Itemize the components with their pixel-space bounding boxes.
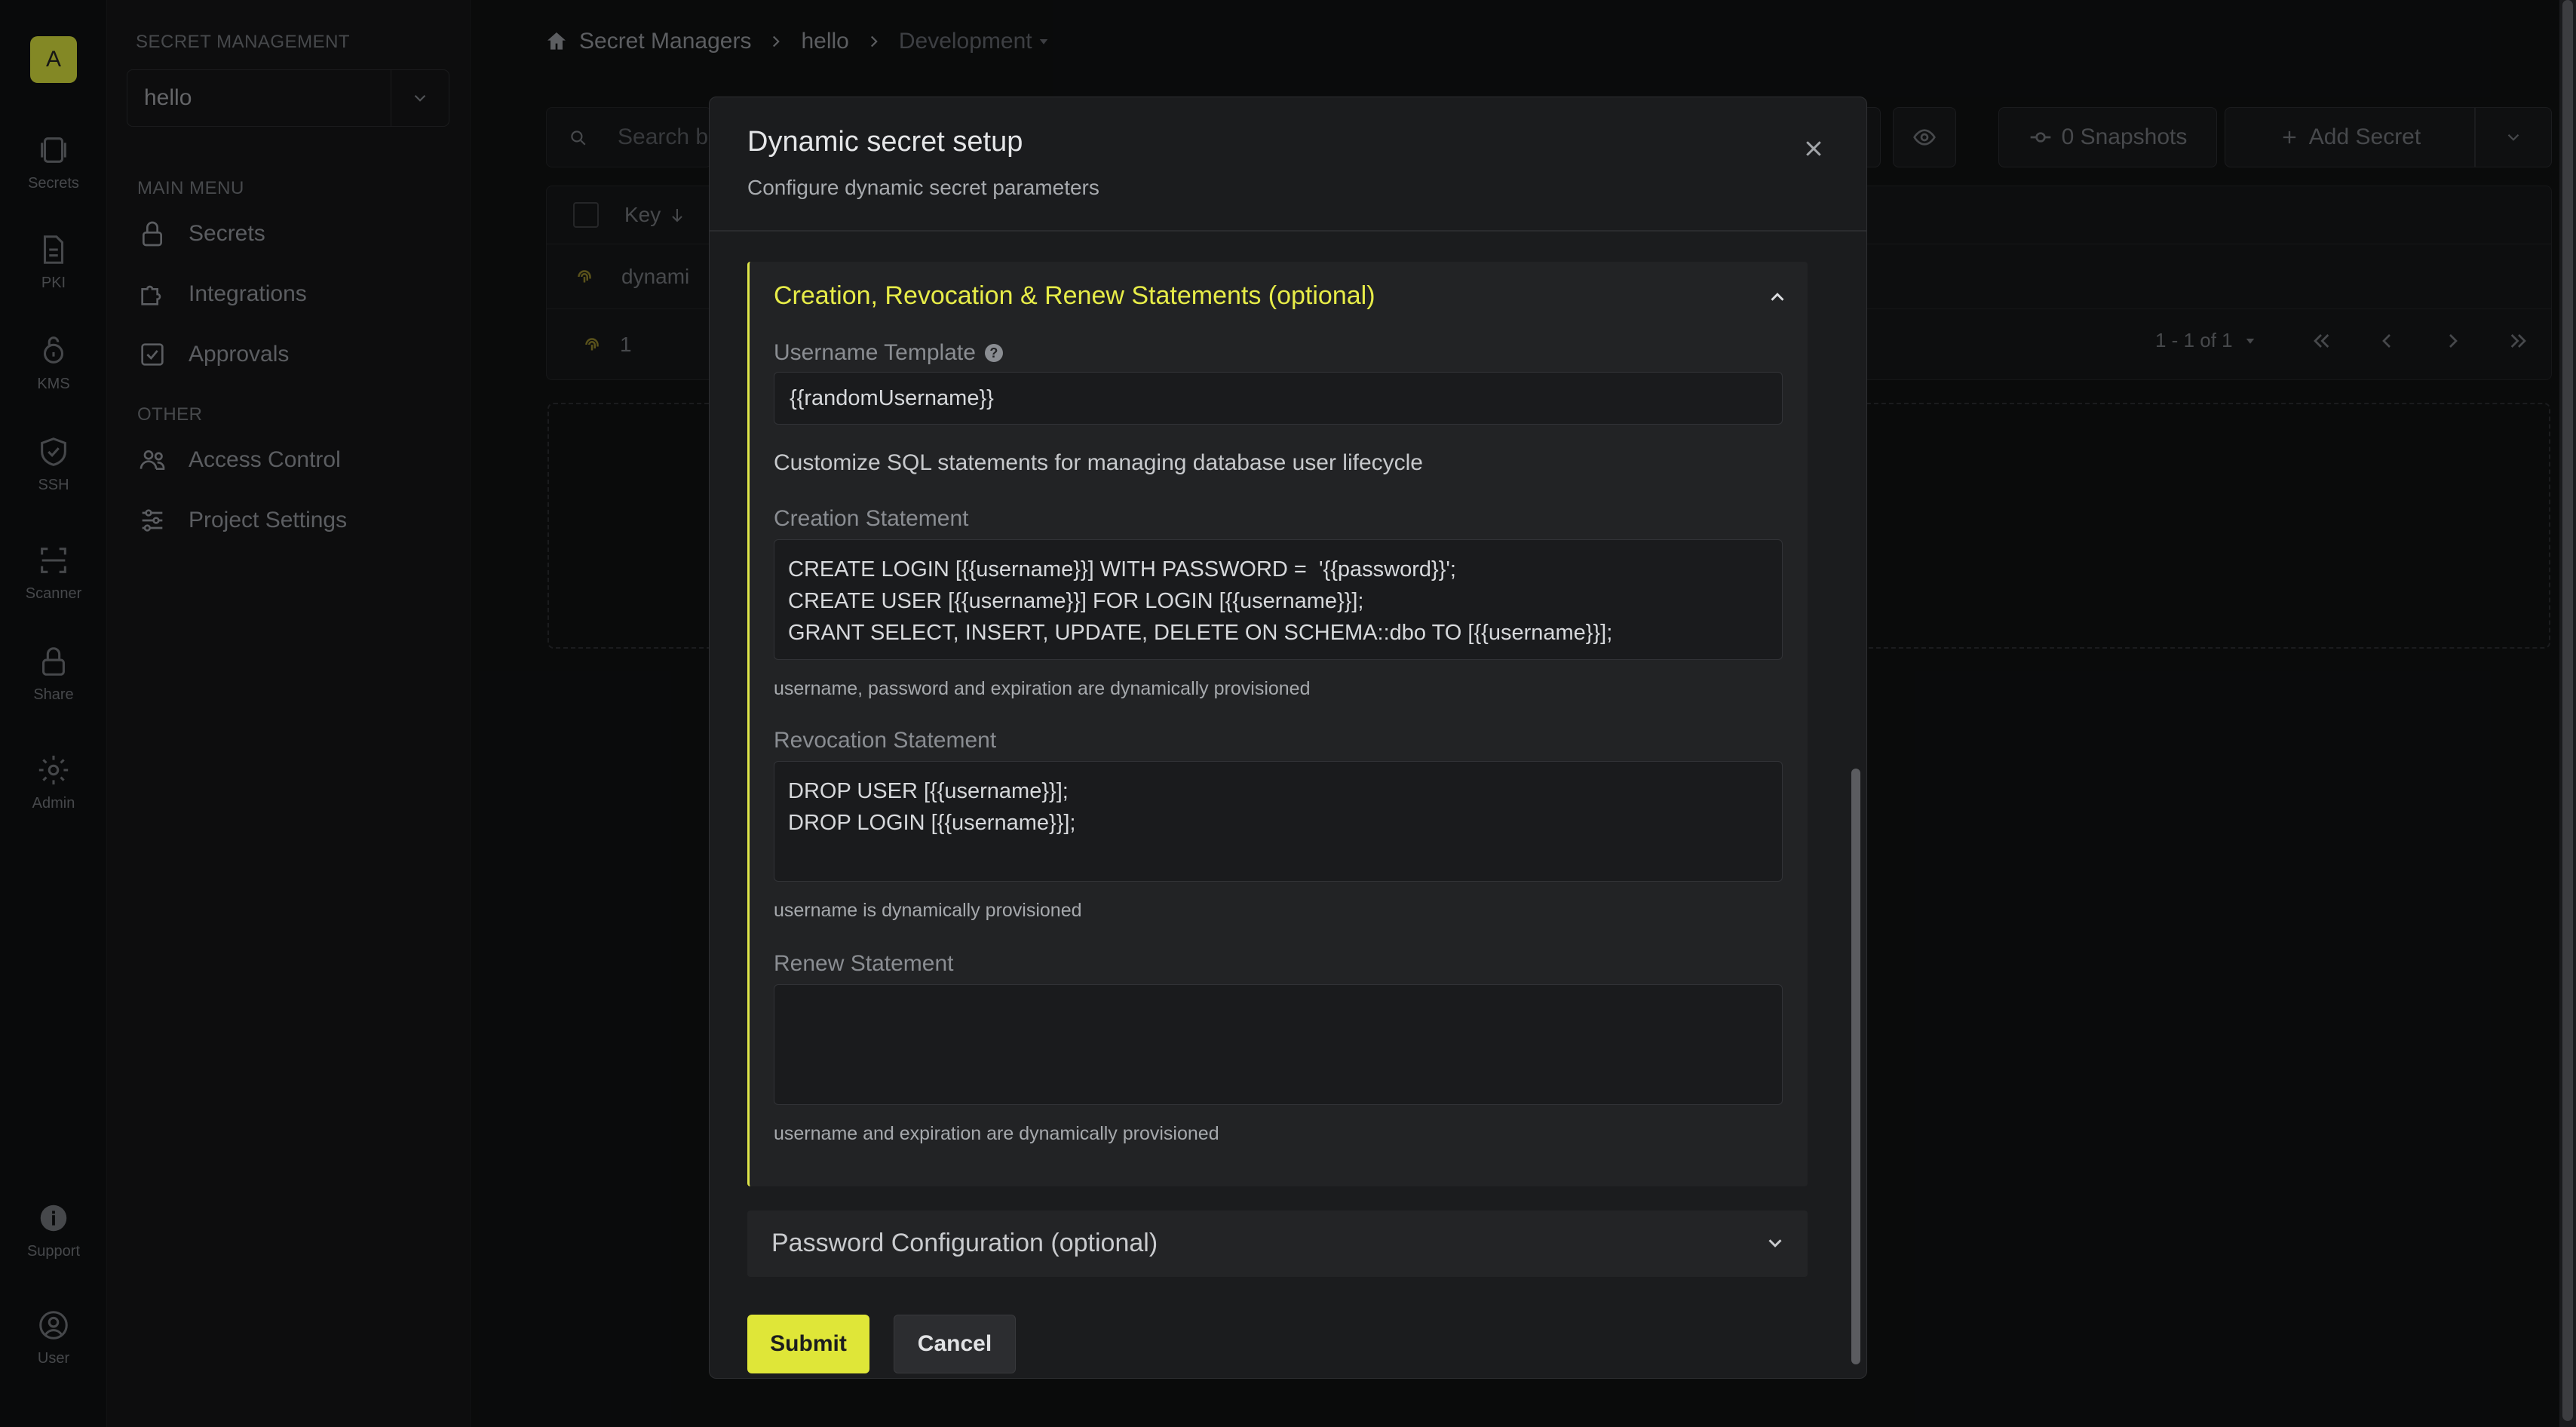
chevron-down-icon <box>1768 1239 1782 1247</box>
chevron-up-icon <box>1771 293 1784 301</box>
username-template-label-text: Username Template <box>774 340 976 365</box>
cancel-button[interactable]: Cancel <box>894 1315 1016 1373</box>
expand-section-button[interactable] <box>1758 1226 1792 1260</box>
revocation-statement-helper: username is dynamically provisioned <box>774 900 1082 921</box>
creation-statement-textarea[interactable]: CREATE LOGIN [{{username}}] WITH PASSWOR… <box>774 539 1783 660</box>
renew-statement-label: Renew Statement <box>774 951 954 976</box>
modal-scrollbar[interactable] <box>1851 769 1860 1364</box>
page-scrollbar[interactable] <box>2562 0 2573 1421</box>
revocation-statement-textarea[interactable]: DROP USER [{{username}}]; DROP LOGIN [{{… <box>774 761 1783 882</box>
username-template-input[interactable]: {{randomUsername}} <box>774 372 1783 425</box>
help-icon[interactable]: ? <box>984 344 1003 362</box>
submit-button[interactable]: Submit <box>747 1315 869 1373</box>
revocation-statement-label: Revocation Statement <box>774 728 997 753</box>
statements-description: Customize SQL statements for managing da… <box>774 450 1423 475</box>
creation-statement-helper: username, password and expiration are dy… <box>774 678 1311 699</box>
dynamic-secret-modal: Dynamic secret setup Configure dynamic s… <box>709 97 1867 1379</box>
creation-statement-label: Creation Statement <box>774 506 969 531</box>
username-template-label: Username Template ? <box>774 340 1003 366</box>
password-config-section[interactable]: Password Configuration (optional) <box>747 1211 1808 1277</box>
renew-statement-helper: username and expiration are dynamically … <box>774 1123 1219 1144</box>
modal-title: Dynamic secret setup <box>747 126 1023 158</box>
collapse-section-button[interactable] <box>1760 280 1795 315</box>
statements-section-title[interactable]: Creation, Revocation & Renew Statements … <box>774 281 1375 311</box>
password-config-title: Password Configuration (optional) <box>771 1229 1158 1257</box>
close-icon <box>1806 141 1821 156</box>
modal-divider <box>710 230 1866 232</box>
modal-subtitle: Configure dynamic secret parameters <box>747 176 1099 199</box>
close-button[interactable] <box>1792 127 1835 170</box>
renew-statement-textarea[interactable] <box>774 984 1783 1105</box>
statements-section: Creation, Revocation & Renew Statements … <box>747 262 1808 1186</box>
